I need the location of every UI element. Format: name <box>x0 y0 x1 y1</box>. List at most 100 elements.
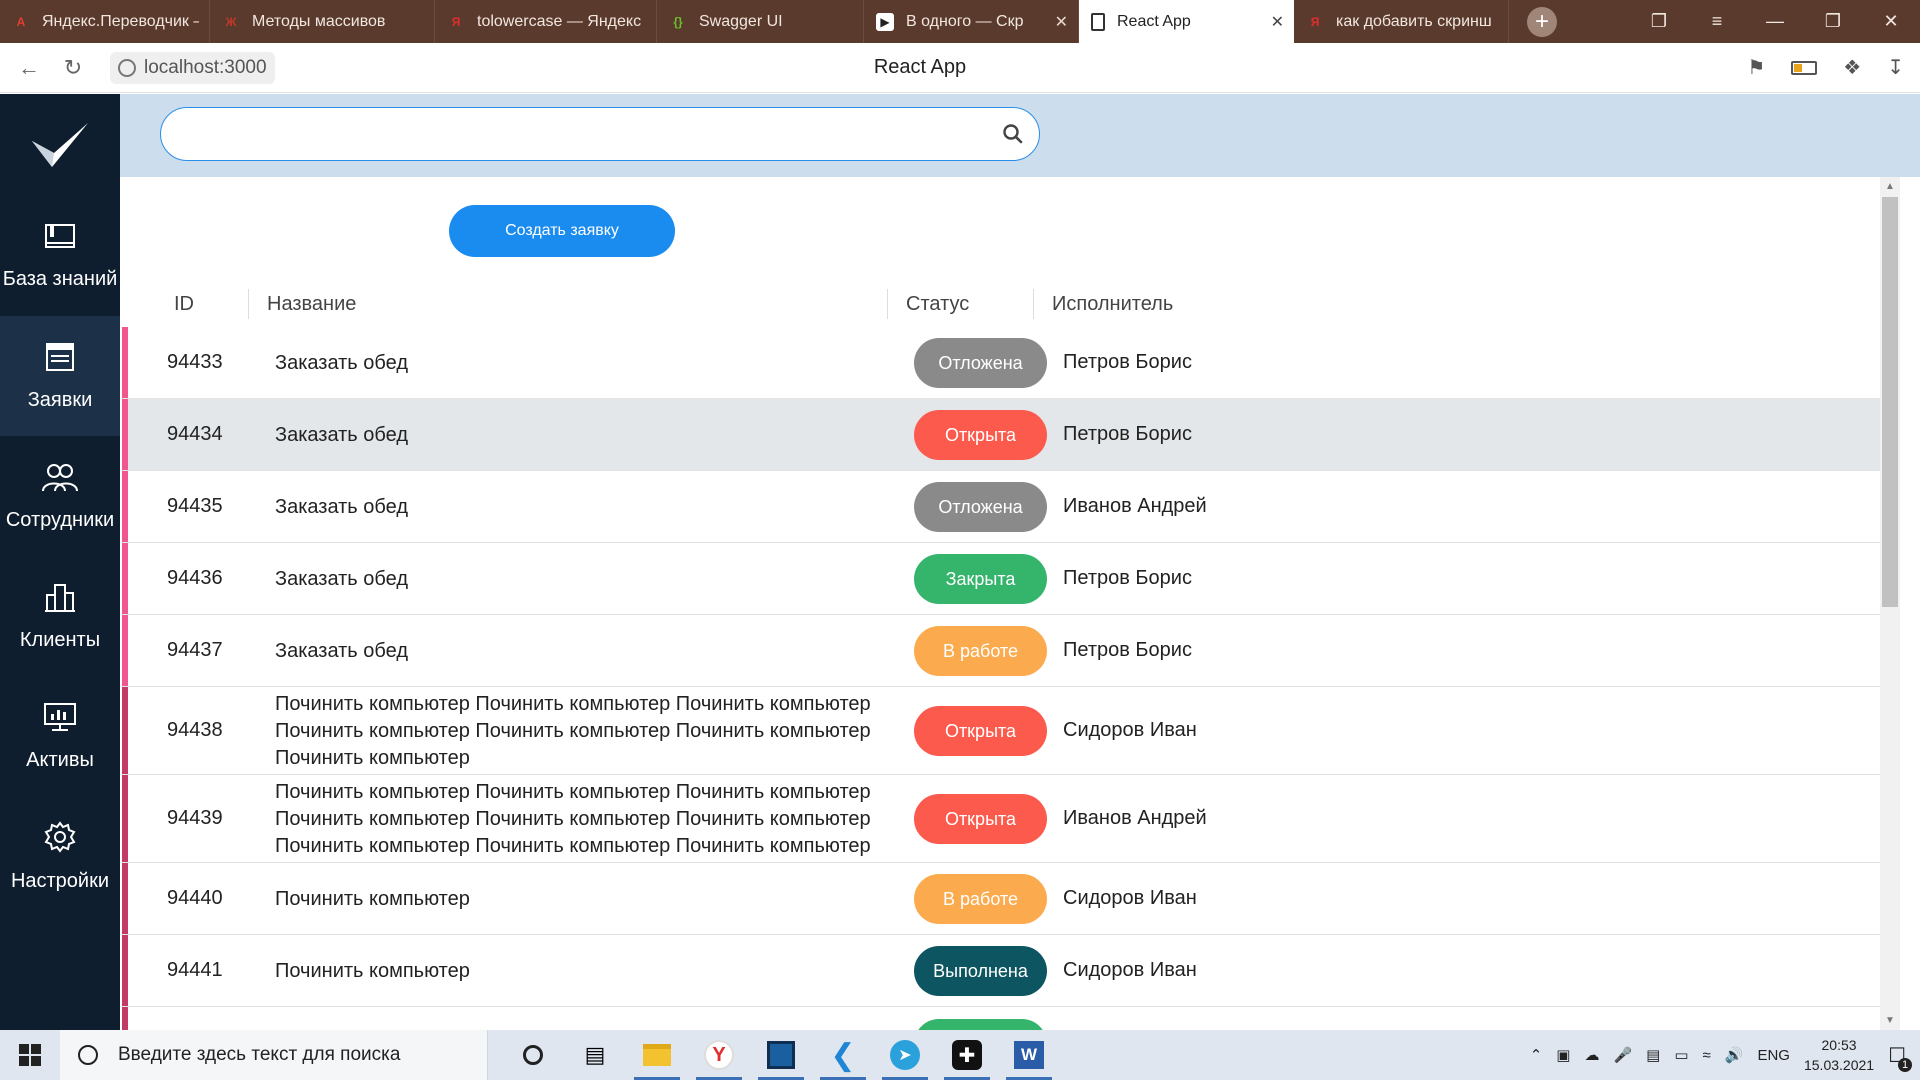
task-view-icon[interactable]: ▤ <box>564 1030 626 1080</box>
checkmark-logo-icon <box>32 123 88 167</box>
sidebar-item[interactable]: Настройки <box>0 796 120 916</box>
tabs-icon[interactable]: ❐ <box>1630 11 1688 32</box>
status-badge[interactable]: Открыта <box>914 794 1047 844</box>
status-badge[interactable]: Открыта <box>914 706 1047 756</box>
table-row[interactable]: 94434 Заказать обед Открыта Петров Борис <box>122 399 1900 471</box>
scroll-down-icon[interactable]: ▼ <box>1880 1015 1900 1026</box>
extensions-icon[interactable]: ❖ <box>1843 55 1861 80</box>
bookmark-icon[interactable]: ⚑ <box>1747 55 1765 80</box>
browser-tab[interactable]: {} Swagger UI <box>657 0 864 43</box>
cell-executor: Петров Борис <box>1063 639 1192 661</box>
column-header-executor[interactable]: Исполнитель <box>1033 289 1173 319</box>
table-header: ID Название Статус Исполнитель <box>120 277 1900 333</box>
browser-tab[interactable]: Якак добавить скринш <box>1294 0 1509 43</box>
input-language[interactable]: ENG <box>1757 1047 1790 1064</box>
meet-now-icon[interactable]: ▣ <box>1556 1046 1570 1064</box>
cell-name-line: Заказать обед <box>275 639 408 662</box>
status-badge[interactable] <box>914 1019 1047 1030</box>
taskbar-search-field[interactable]: Введите здесь текст для поиска <box>60 1030 488 1080</box>
column-header-status[interactable]: Статус <box>887 289 969 319</box>
plugin-app-icon[interactable]: ✚ <box>936 1030 998 1080</box>
start-button[interactable] <box>0 1044 60 1066</box>
status-badge[interactable]: В работе <box>914 626 1047 676</box>
table-row[interactable]: 94439 Починить компьютер Починить компьют… <box>122 775 1900 863</box>
status-badge[interactable]: Отложена <box>914 338 1047 388</box>
browser-tab[interactable]: ▶ В одного — Скр ✕ <box>864 0 1079 43</box>
status-badge[interactable]: Закрыта <box>914 554 1047 604</box>
table-row[interactable]: 94437 Заказать обед В работе Петров Борис <box>122 615 1900 687</box>
clock[interactable]: 20:53 15.03.2021 <box>1804 1035 1874 1075</box>
table-row[interactable]: 94433 Заказать обед Отложена Петров Борис <box>122 327 1900 399</box>
notifications-icon[interactable]: ☐ 1 <box>1888 1043 1912 1072</box>
new-tab-button[interactable]: + <box>1527 6 1557 37</box>
close-icon[interactable]: ✕ <box>1055 12 1068 32</box>
priority-indicator <box>122 327 128 398</box>
scrollbar-thumb[interactable] <box>1882 197 1898 607</box>
telegram-icon[interactable]: ➤ <box>874 1030 936 1080</box>
cell-name-line: Заказать обед <box>275 567 408 590</box>
volume-icon[interactable]: 🔊 <box>1725 1046 1744 1064</box>
cell-name: Заказать обед <box>275 494 885 521</box>
table-row[interactable]: 94441 Починить компьютер Выполнена Сидоров … <box>122 935 1900 1007</box>
microphone-icon[interactable]: 🎤 <box>1613 1046 1632 1064</box>
browser-page-title: React App <box>873 56 967 78</box>
globe-icon <box>118 58 136 77</box>
cortana-icon[interactable] <box>502 1030 564 1080</box>
scroll-up-icon[interactable]: ▲ <box>1880 181 1900 192</box>
column-header-id[interactable]: ID <box>174 289 194 319</box>
file-explorer-icon[interactable] <box>626 1030 688 1080</box>
priority-indicator <box>122 863 128 934</box>
yandex-browser-icon[interactable]: Y <box>688 1030 750 1080</box>
url-field[interactable]: localhost:3000 <box>110 51 275 84</box>
close-window-icon[interactable]: ✕ <box>1862 11 1920 32</box>
table-row[interactable]: 94440 Починить компьютер В работе Сидоров И… <box>122 863 1900 935</box>
battery-icon[interactable]: ▭ <box>1674 1046 1688 1064</box>
browser-tab-title: В одного — Скр <box>906 12 1024 30</box>
sidebar-item[interactable]: Заявки <box>0 316 120 436</box>
download-icon[interactable]: ↧ <box>1887 55 1904 80</box>
browser-tab[interactable]: Яtolowercase — Яндекс <box>435 0 657 43</box>
menu-icon[interactable]: ≡ <box>1688 11 1746 32</box>
table-row[interactable]: 94435 Заказать обед Отложена Иванов Андрей <box>122 471 1900 543</box>
logo[interactable] <box>0 94 120 196</box>
close-icon[interactable]: ✕ <box>1271 12 1284 32</box>
scrollbar[interactable]: ▲ ▼ <box>1880 177 1900 1030</box>
status-badge[interactable]: Отложена <box>914 482 1047 532</box>
wifi-icon[interactable]: ≈ <box>1703 1047 1711 1064</box>
cell-name-line: Починить компьютер Починить компьютер По… <box>275 692 871 715</box>
browser-tab[interactable]: Ж Методы массивов <box>210 0 435 43</box>
cell-executor: Иванов Андрей <box>1063 495 1207 517</box>
sidebar-item[interactable]: База знаний <box>0 196 120 316</box>
battery-icon[interactable] <box>1791 60 1818 75</box>
search-icon <box>78 1045 98 1065</box>
sidebar-item[interactable]: Клиенты <box>0 556 120 676</box>
sidebar-item-label: База знаний <box>2 267 118 290</box>
priority-indicator <box>122 687 128 774</box>
search-input[interactable] <box>160 107 1040 161</box>
table-row[interactable] <box>122 1007 1900 1030</box>
network-status-icon[interactable]: ▤ <box>1646 1046 1660 1064</box>
webstorm-icon[interactable] <box>750 1030 812 1080</box>
reload-icon[interactable]: ↻ <box>58 55 88 81</box>
vscode-icon[interactable]: ❮ <box>812 1030 874 1080</box>
status-badge[interactable]: Выполнена <box>914 946 1047 996</box>
chevron-up-icon[interactable]: ⌃ <box>1530 1046 1543 1064</box>
back-icon[interactable]: ← <box>14 55 44 81</box>
minimize-icon[interactable]: — <box>1746 11 1804 32</box>
taskbar-search-placeholder: Введите здесь текст для поиска <box>118 1044 401 1065</box>
table-row[interactable]: 94436 Заказать обед Закрыта Петров Борис <box>122 543 1900 615</box>
restore-icon[interactable]: ❐ <box>1804 11 1862 32</box>
status-badge[interactable]: Открыта <box>914 410 1047 460</box>
sidebar-item[interactable]: Сотрудники <box>0 436 120 556</box>
browser-tab[interactable]: React App ✕ <box>1079 0 1294 43</box>
browser-tab[interactable]: A Яндекс.Переводчик – <box>0 0 210 43</box>
sidebar-item[interactable]: Активы <box>0 676 120 796</box>
cell-name: Починить компьютер Починить компьютер По… <box>275 691 885 772</box>
column-header-name[interactable]: Название <box>248 289 356 319</box>
word-icon[interactable]: W <box>998 1030 1060 1080</box>
table-row[interactable]: 94438 Починить компьютер Починить компьют… <box>122 687 1900 775</box>
onedrive-icon[interactable]: ☁ <box>1584 1046 1599 1064</box>
create-request-button[interactable]: Создать заявку <box>449 205 675 257</box>
priority-indicator <box>122 399 128 470</box>
status-badge[interactable]: В работе <box>914 874 1047 924</box>
